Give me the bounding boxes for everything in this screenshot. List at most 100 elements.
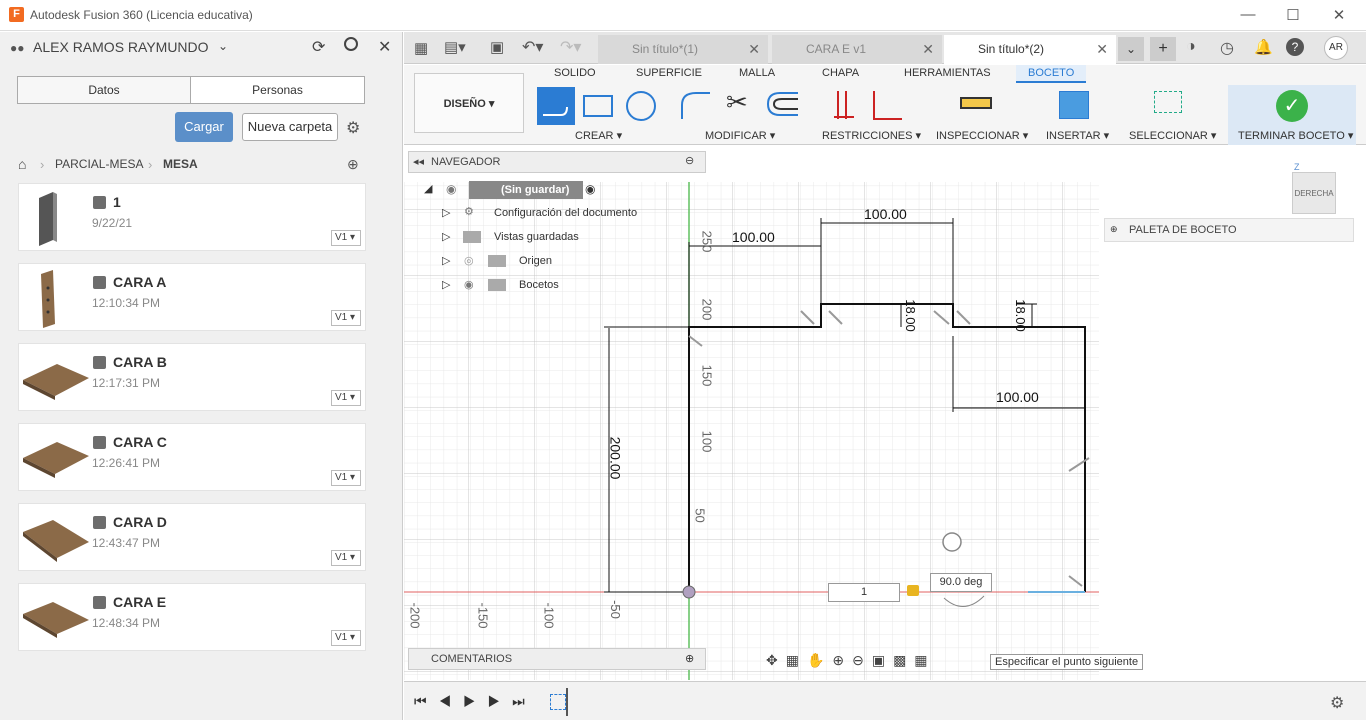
new-tab-plus-icon[interactable]: +: [1150, 37, 1176, 61]
tab-herramientas[interactable]: HERRAMIENTAS: [904, 67, 991, 79]
file-menu-icon[interactable]: ▤▾: [444, 38, 466, 56]
seleccionar-menu[interactable]: SELECCIONAR ▾: [1129, 129, 1216, 142]
close-panel-icon[interactable]: ✕: [378, 37, 391, 57]
list-item[interactable]: CARA A 12:10:34 PM V1 ▾: [18, 263, 366, 331]
gear-icon[interactable]: ⚙: [346, 118, 360, 138]
list-item[interactable]: 1 9/22/21 V1 ▾: [18, 183, 366, 251]
lock-icon[interactable]: [907, 585, 919, 596]
coincident-constraint-icon[interactable]: [832, 89, 856, 124]
version-dropdown[interactable]: V1 ▾: [331, 310, 361, 326]
close-window-button[interactable]: ✕: [1324, 6, 1354, 24]
browser-header[interactable]: ◂◂ NAVEGADOR ⊖: [408, 151, 706, 173]
trim-scissors-icon[interactable]: ✂: [726, 87, 748, 118]
close-tab-icon[interactable]: ✕: [1096, 35, 1108, 64]
dimension-label[interactable]: 200.00: [607, 437, 623, 480]
search-icon[interactable]: [344, 37, 358, 51]
tab-people[interactable]: Personas: [190, 76, 365, 104]
collapse-root-icon[interactable]: ◢: [424, 182, 432, 195]
fillet-icon[interactable]: [678, 87, 712, 124]
offset-icon[interactable]: [764, 89, 800, 122]
globe-icon[interactable]: ⊕: [347, 156, 359, 173]
dimension-label[interactable]: 18.00: [903, 299, 918, 332]
expand-plus-icon[interactable]: ⊕: [1110, 224, 1118, 235]
grid-menu-icon[interactable]: ▦: [414, 39, 428, 57]
restricciones-menu[interactable]: RESTRICCIONES ▾: [822, 129, 921, 142]
expand-icon[interactable]: ▷: [442, 254, 450, 267]
measure-ruler-icon[interactable]: [960, 97, 992, 109]
chevron-down-icon[interactable]: ⌄: [218, 39, 228, 53]
help-icon[interactable]: ?: [1286, 38, 1304, 56]
version-dropdown[interactable]: V1 ▾: [331, 630, 361, 646]
timeline-sketch-icon[interactable]: [550, 694, 566, 710]
angle-input[interactable]: 90.0 deg: [930, 573, 992, 592]
browser-root-node[interactable]: (Sin guardar): [469, 181, 583, 199]
tab-sin-titulo-1[interactable]: Sin título*(1) ✕: [598, 35, 768, 64]
browser-node[interactable]: Configuración del documento: [494, 207, 637, 219]
tab-boceto[interactable]: BOCETO: [1016, 65, 1087, 83]
browser-node[interactable]: Bocetos: [519, 279, 559, 291]
version-dropdown[interactable]: V1 ▾: [331, 550, 361, 566]
select-window-icon[interactable]: [1154, 91, 1182, 113]
expand-icon[interactable]: ▷: [442, 206, 450, 219]
expand-icon[interactable]: ▷: [442, 278, 450, 291]
home-icon[interactable]: ⌂: [18, 156, 26, 172]
close-tab-icon[interactable]: ✕: [748, 35, 760, 64]
viewcube[interactable]: DERECHA: [1292, 172, 1336, 214]
refresh-icon[interactable]: ⟳: [312, 37, 325, 57]
insert-image-icon[interactable]: [1059, 91, 1089, 119]
new-folder-button[interactable]: Nueva carpeta: [242, 113, 338, 141]
job-status-clock-icon[interactable]: ◷: [1220, 38, 1234, 58]
version-dropdown[interactable]: V1 ▾: [331, 470, 361, 486]
sketch-palette-header[interactable]: PALETA DE BOCETO: [1104, 218, 1354, 242]
dimension-label[interactable]: 100.00: [996, 389, 1039, 405]
navigation-toolbar[interactable]: ✥▦✋⊕⊖▣▩▦: [766, 652, 936, 669]
tab-cara-e[interactable]: CARA E v1 ✕: [772, 35, 942, 64]
tab-overflow-chevron-icon[interactable]: ⌄: [1118, 37, 1144, 61]
version-dropdown[interactable]: V1 ▾: [331, 390, 361, 406]
breadcrumb-project[interactable]: PARCIAL-MESA: [55, 157, 143, 171]
expand-icon[interactable]: ▷: [442, 230, 450, 243]
tab-chapa[interactable]: CHAPA: [822, 67, 859, 79]
undo-icon[interactable]: ↶▾: [522, 37, 543, 57]
maximize-button[interactable]: ☐: [1278, 6, 1308, 24]
crear-menu[interactable]: CREAR ▾: [575, 129, 622, 142]
version-dropdown[interactable]: V1 ▾: [331, 230, 361, 246]
tab-superficie[interactable]: SUPERFICIE: [636, 67, 702, 79]
inspeccionar-menu[interactable]: INSPECCIONAR ▾: [936, 129, 1028, 142]
close-tab-icon[interactable]: ✕: [922, 35, 934, 64]
timeline-marker[interactable]: [566, 688, 568, 716]
collapse-icon[interactable]: ◂◂: [413, 155, 424, 168]
finish-sketch-check-icon[interactable]: ✓: [1276, 90, 1308, 122]
visibility-eye-icon[interactable]: ◉: [464, 278, 474, 291]
minimize-button[interactable]: —: [1233, 6, 1263, 23]
tab-solido[interactable]: SOLIDO: [554, 67, 596, 79]
browser-node[interactable]: Origen: [519, 255, 552, 267]
timeline-controls[interactable]: ⏮◀▶▶⏭: [414, 693, 537, 710]
minimize-browser-icon[interactable]: ⊖: [685, 154, 694, 167]
upload-button[interactable]: Cargar: [175, 112, 233, 142]
dimension-label[interactable]: 100.00: [864, 206, 907, 222]
visibility-eye-icon[interactable]: ◉: [446, 182, 456, 196]
online-status-icon[interactable]: ◑: [1186, 38, 1196, 56]
modificar-menu[interactable]: MODIFICAR ▾: [705, 129, 775, 142]
list-item[interactable]: CARA D 12:43:47 PM V1 ▾: [18, 503, 366, 571]
line-tool-icon[interactable]: [537, 87, 575, 125]
perpendicular-constraint-icon[interactable]: [870, 89, 904, 124]
comments-header[interactable]: COMENTARIOS: [408, 648, 706, 670]
rectangle-tool-icon[interactable]: [583, 95, 613, 117]
workspace-dropdown[interactable]: DISEÑO ▾: [414, 73, 524, 133]
tab-malla[interactable]: MALLA: [739, 67, 775, 79]
length-input[interactable]: 1: [828, 583, 900, 602]
dimension-label[interactable]: 18.00: [1013, 299, 1028, 332]
user-name[interactable]: ALEX RAMOS RAYMUNDO: [33, 39, 209, 55]
tab-data[interactable]: Datos: [17, 76, 191, 104]
browser-node[interactable]: Vistas guardadas: [494, 231, 579, 243]
hidden-eye-icon[interactable]: ◎: [464, 254, 474, 267]
save-icon[interactable]: ▣: [490, 38, 504, 56]
insertar-menu[interactable]: INSERTAR ▾: [1046, 129, 1109, 142]
list-item[interactable]: CARA E 12:48:34 PM V1 ▾: [18, 583, 366, 651]
dimension-label[interactable]: 100.00: [732, 229, 775, 245]
notification-bell-icon[interactable]: 🔔: [1254, 38, 1273, 56]
avatar[interactable]: AR: [1324, 36, 1348, 60]
timeline-settings-gear-icon[interactable]: ⚙: [1330, 693, 1344, 713]
